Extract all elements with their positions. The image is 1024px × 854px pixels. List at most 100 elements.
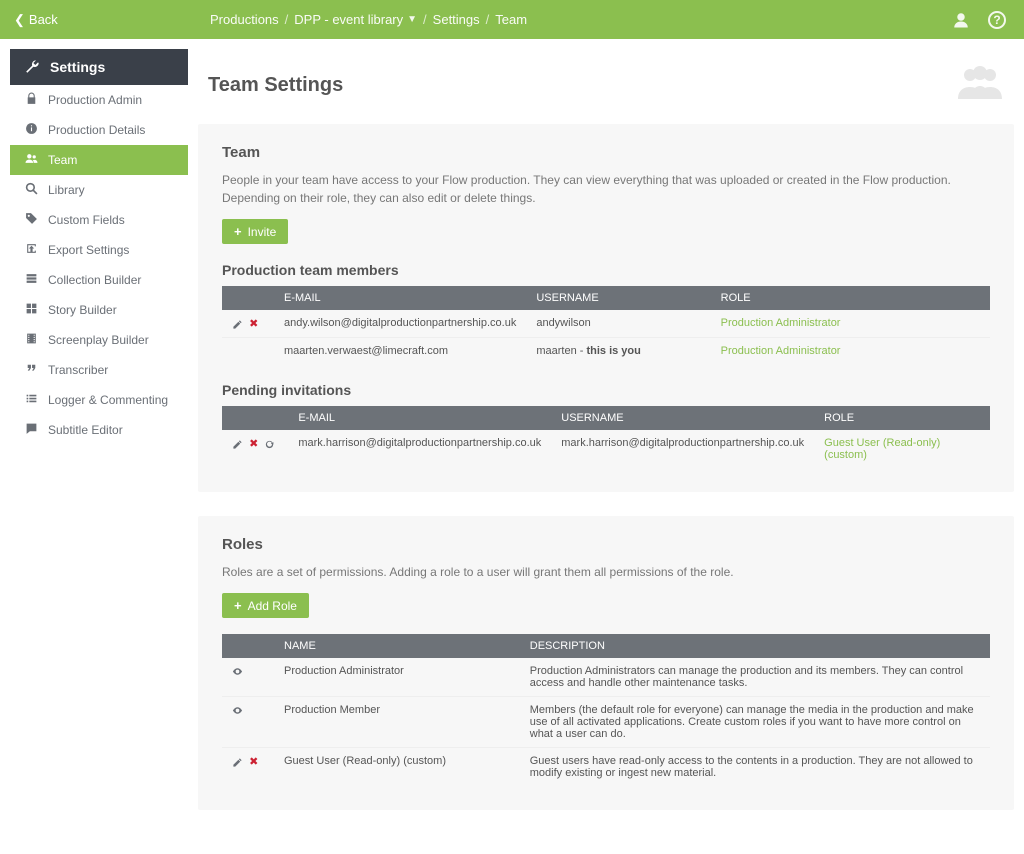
cell-email: maarten.verwaest@limecraft.com bbox=[274, 338, 526, 365]
sidebar-item-production-details[interactable]: Production Details bbox=[10, 115, 188, 145]
cell-email: mark.harrison@digitalproductionpartnersh… bbox=[288, 430, 551, 468]
chat-icon bbox=[24, 422, 38, 438]
chevron-down-icon[interactable]: ▼ bbox=[407, 14, 417, 25]
edit-icon[interactable] bbox=[232, 438, 243, 450]
wrench-icon bbox=[24, 59, 40, 75]
sidebar-item-screenplay-builder[interactable]: Screenplay Builder bbox=[10, 325, 188, 355]
sidebar-item-story-builder[interactable]: Story Builder bbox=[10, 295, 188, 325]
delete-icon[interactable]: ✖ bbox=[249, 756, 258, 768]
sidebar-item-production-admin[interactable]: Production Admin bbox=[10, 85, 188, 115]
roles-description: Roles are a set of permissions. Adding a… bbox=[222, 563, 990, 581]
role-link[interactable]: Production Administrator bbox=[721, 317, 841, 329]
sidebar-header: Settings bbox=[10, 49, 188, 85]
film-icon bbox=[24, 332, 38, 348]
plus-icon: + bbox=[234, 598, 242, 613]
resend-icon[interactable] bbox=[264, 438, 275, 450]
stack-icon bbox=[24, 272, 38, 288]
th-role: ROLE bbox=[711, 286, 990, 310]
sidebar-item-label: Screenplay Builder bbox=[48, 333, 149, 347]
crumb-productions[interactable]: Productions bbox=[210, 12, 279, 27]
th-email: E-MAIL bbox=[288, 406, 551, 430]
roles-table: NAME DESCRIPTION Production Administrato… bbox=[222, 634, 990, 786]
team-panel: Team People in your team have access to … bbox=[198, 124, 1014, 492]
sidebar-item-label: Production Details bbox=[48, 123, 145, 137]
help-icon[interactable]: ? bbox=[988, 11, 1006, 29]
invite-button[interactable]: + Invite bbox=[222, 219, 288, 244]
add-role-button[interactable]: + Add Role bbox=[222, 593, 309, 618]
sidebar-item-custom-fields[interactable]: Custom Fields bbox=[10, 205, 188, 235]
view-icon[interactable] bbox=[232, 665, 243, 677]
list-icon bbox=[24, 392, 38, 408]
crumb-production[interactable]: DPP - event library bbox=[294, 12, 403, 27]
crumb-settings[interactable]: Settings bbox=[433, 12, 480, 27]
table-row: ✖ mark.harrison@digitalproductionpartner… bbox=[222, 430, 990, 468]
sidebar-item-label: Subtitle Editor bbox=[48, 423, 123, 437]
page-title: Team Settings bbox=[208, 74, 343, 97]
role-link[interactable]: Production Administrator bbox=[721, 345, 841, 357]
roles-panel: Roles Roles are a set of permissions. Ad… bbox=[198, 516, 1014, 810]
add-role-label: Add Role bbox=[248, 599, 297, 613]
sidebar-item-label: Transcriber bbox=[48, 363, 108, 377]
search-icon bbox=[24, 182, 38, 198]
sidebar-item-subtitle-editor[interactable]: Subtitle Editor bbox=[10, 415, 188, 445]
sidebar-item-label: Story Builder bbox=[48, 303, 117, 317]
sidebar-item-collection-builder[interactable]: Collection Builder bbox=[10, 265, 188, 295]
delete-icon[interactable]: ✖ bbox=[249, 438, 258, 450]
sidebar-item-library[interactable]: Library bbox=[10, 175, 188, 205]
quote-icon bbox=[24, 362, 38, 378]
back-label: Back bbox=[29, 12, 58, 27]
sidebar-item-transcriber[interactable]: Transcriber bbox=[10, 355, 188, 385]
cell-role-desc: Guest users have read-only access to the… bbox=[520, 748, 990, 787]
th-username: USERNAME bbox=[526, 286, 710, 310]
th-role: ROLE bbox=[814, 406, 990, 430]
sidebar-item-label: Export Settings bbox=[48, 243, 129, 257]
sidebar-item-label: Library bbox=[48, 183, 85, 197]
sidebar-item-logger-commenting[interactable]: Logger & Commenting bbox=[10, 385, 188, 415]
crumb-team[interactable]: Team bbox=[495, 12, 527, 27]
edit-icon[interactable] bbox=[232, 318, 243, 330]
plus-icon: + bbox=[234, 224, 242, 239]
back-button[interactable]: ❮ Back bbox=[0, 0, 198, 39]
members-table: E-MAIL USERNAME ROLE ✖ andy.wilson@digita… bbox=[222, 286, 990, 364]
sidebar-item-team[interactable]: Team bbox=[10, 145, 188, 175]
breadcrumb: Productions / DPP - event library ▼ / Se… bbox=[198, 0, 934, 39]
cell-username: maarten - this is you bbox=[526, 338, 710, 365]
sidebar-item-label: Custom Fields bbox=[48, 213, 125, 227]
view-icon[interactable] bbox=[232, 704, 243, 716]
table-row: maarten.verwaest@limecraft.commaarten - … bbox=[222, 338, 990, 365]
members-heading: Production team members bbox=[222, 262, 990, 278]
cell-email: andy.wilson@digitalproductionpartnership… bbox=[274, 310, 526, 338]
tag-icon bbox=[24, 212, 38, 228]
pending-table: E-MAIL USERNAME ROLE ✖ mark.harrison@dig… bbox=[222, 406, 990, 468]
table-row: ✖ andy.wilson@digitalproductionpartnershi… bbox=[222, 310, 990, 338]
export-icon bbox=[24, 242, 38, 258]
sidebar-item-export-settings[interactable]: Export Settings bbox=[10, 235, 188, 265]
edit-icon[interactable] bbox=[232, 756, 243, 768]
users-icon bbox=[24, 152, 38, 168]
cell-role-name: Production Administrator bbox=[274, 658, 520, 697]
cell-username: mark.harrison@digitalproductionpartnersh… bbox=[551, 430, 814, 468]
roles-heading: Roles bbox=[222, 536, 990, 553]
sidebar-item-label: Production Admin bbox=[48, 93, 142, 107]
user-icon[interactable] bbox=[952, 11, 970, 29]
topbar: ❮ Back Productions / DPP - event library… bbox=[0, 0, 1024, 39]
cell-username: andywilson bbox=[526, 310, 710, 338]
cell-role-name: Production Member bbox=[274, 697, 520, 748]
table-row: Production MemberMembers (the default ro… bbox=[222, 697, 990, 748]
th-email: E-MAIL bbox=[274, 286, 526, 310]
th-name: NAME bbox=[274, 634, 520, 658]
cell-role-name: Guest User (Read-only) (custom) bbox=[274, 748, 520, 787]
table-row: Production AdministratorProduction Admin… bbox=[222, 658, 990, 697]
role-link[interactable]: Guest User (Read-only) (custom) bbox=[824, 437, 940, 461]
main-content: Team Settings Team People in your team h… bbox=[188, 39, 1024, 854]
team-description: People in your team have access to your … bbox=[222, 171, 990, 207]
table-row: ✖ Guest User (Read-only) (custom)Guest us… bbox=[222, 748, 990, 787]
sidebar: Settings Production Admin Production Deta… bbox=[10, 49, 188, 854]
info-icon bbox=[24, 122, 38, 138]
lock-icon bbox=[24, 92, 38, 108]
grid-icon bbox=[24, 302, 38, 318]
sidebar-item-label: Collection Builder bbox=[48, 273, 141, 287]
cell-role-desc: Production Administrators can manage the… bbox=[520, 658, 990, 697]
sidebar-title: Settings bbox=[50, 59, 105, 75]
delete-icon[interactable]: ✖ bbox=[249, 318, 258, 330]
